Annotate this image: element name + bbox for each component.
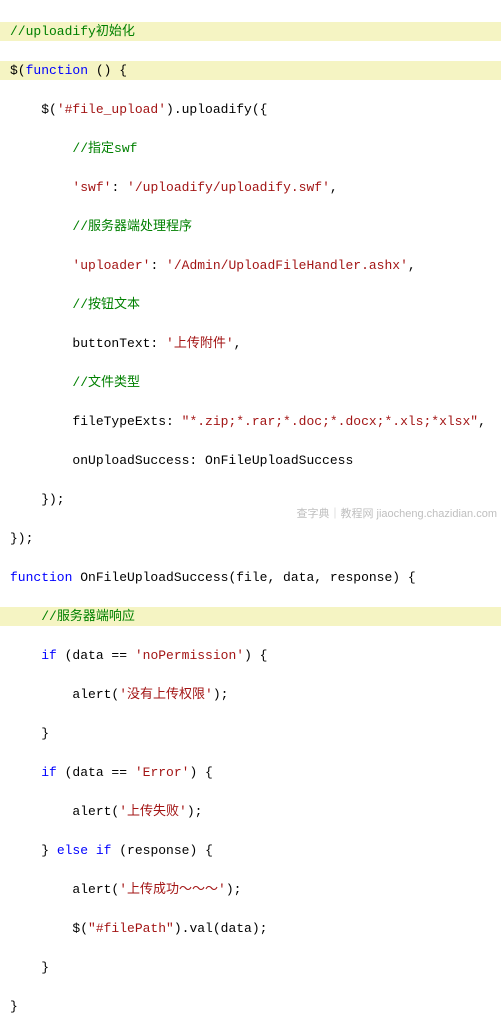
code-line: } bbox=[10, 997, 501, 1017]
code-text: buttonText: bbox=[10, 336, 166, 351]
code-string: 'swf' bbox=[72, 180, 111, 195]
code-string: '#file_upload' bbox=[57, 102, 166, 117]
code-text: () { bbox=[88, 63, 127, 78]
code-text bbox=[10, 375, 72, 390]
code-keyword: else bbox=[57, 843, 88, 858]
code-line: function OnFileUploadSuccess(file, data,… bbox=[10, 568, 501, 588]
code-string: 'noPermission' bbox=[135, 648, 244, 663]
code-line: if (data == 'Error') { bbox=[10, 763, 501, 783]
code-text: ).uploadify({ bbox=[166, 102, 267, 117]
code-string: "#filePath" bbox=[88, 921, 174, 936]
code-keyword: function bbox=[10, 570, 72, 585]
code-line: } bbox=[10, 958, 501, 978]
code-line: } bbox=[10, 724, 501, 744]
code-keyword: function bbox=[26, 63, 88, 78]
code-line: } else if (response) { bbox=[10, 841, 501, 861]
code-comment: //服务器端响应 bbox=[41, 609, 135, 624]
code-text: ); bbox=[187, 804, 203, 819]
code-text bbox=[10, 141, 72, 156]
code-text: , bbox=[330, 180, 338, 195]
code-text bbox=[10, 648, 41, 663]
code-text bbox=[10, 258, 72, 273]
code-string: 'Error' bbox=[135, 765, 190, 780]
code-keyword: if bbox=[96, 843, 112, 858]
code-text bbox=[10, 219, 72, 234]
code-line: if (data == 'noPermission') { bbox=[10, 646, 501, 666]
code-text: $( bbox=[10, 102, 57, 117]
code-text: : bbox=[111, 180, 127, 195]
code-comment: //指定swf bbox=[72, 141, 137, 156]
code-text bbox=[88, 843, 96, 858]
code-line: $("#filePath").val(data); bbox=[10, 919, 501, 939]
code-text: (data == bbox=[57, 765, 135, 780]
code-text: alert( bbox=[10, 687, 119, 702]
code-text: ) { bbox=[189, 765, 212, 780]
code-text: } bbox=[10, 843, 57, 858]
code-line: //按钮文本 bbox=[10, 295, 501, 315]
code-text: (data == bbox=[57, 648, 135, 663]
code-line: fileTypeExts: "*.zip;*.rar;*.doc;*.docx;… bbox=[10, 412, 501, 432]
code-keyword: if bbox=[41, 765, 57, 780]
code-comment: //uploadify初始化 bbox=[10, 24, 135, 39]
code-text: $( bbox=[10, 63, 26, 78]
code-line: $(function () { bbox=[0, 61, 501, 81]
code-line: 'swf': '/uploadify/uploadify.swf', bbox=[10, 178, 501, 198]
code-line: $('#file_upload').uploadify({ bbox=[10, 100, 501, 120]
code-text bbox=[10, 609, 41, 624]
code-text: } bbox=[10, 726, 49, 741]
code-text bbox=[10, 765, 41, 780]
code-text: } bbox=[10, 960, 49, 975]
code-text: $( bbox=[10, 921, 88, 936]
code-line: alert('上传失败'); bbox=[10, 802, 501, 822]
code-text: (response) { bbox=[111, 843, 212, 858]
code-text: }); bbox=[10, 531, 33, 546]
code-text: ); bbox=[226, 882, 242, 897]
code-text: fileTypeExts: bbox=[10, 414, 182, 429]
watermark-text: 查字典｜教程网 jiaocheng.chazidian.com bbox=[296, 506, 497, 523]
code-text: : bbox=[150, 258, 166, 273]
code-text: alert( bbox=[10, 882, 119, 897]
code-line: //uploadify初始化 bbox=[0, 22, 501, 42]
code-string: '/Admin/UploadFileHandler.ashx' bbox=[166, 258, 408, 273]
code-text: OnFileUploadSuccess(file, data, response… bbox=[72, 570, 415, 585]
code-string: '没有上传权限' bbox=[119, 687, 213, 702]
code-line: }); bbox=[10, 529, 501, 549]
code-string: '上传附件' bbox=[166, 336, 234, 351]
code-line: buttonText: '上传附件', bbox=[10, 334, 501, 354]
code-text: ); bbox=[213, 687, 229, 702]
code-text bbox=[10, 180, 72, 195]
code-line: onUploadSuccess: OnFileUploadSuccess bbox=[10, 451, 501, 471]
code-comment: //文件类型 bbox=[72, 375, 140, 390]
code-comment: //服务器端处理程序 bbox=[72, 219, 192, 234]
code-keyword: if bbox=[41, 648, 57, 663]
code-text: , bbox=[234, 336, 242, 351]
code-line: //指定swf bbox=[10, 139, 501, 159]
code-line: //服务器端处理程序 bbox=[10, 217, 501, 237]
code-text: onUploadSuccess: OnFileUploadSuccess bbox=[10, 453, 353, 468]
code-text: , bbox=[478, 414, 486, 429]
code-string: '上传失败' bbox=[119, 804, 187, 819]
code-string: '/uploadify/uploadify.swf' bbox=[127, 180, 330, 195]
code-text: }); bbox=[10, 492, 65, 507]
code-text: ).val(data); bbox=[174, 921, 268, 936]
code-text: } bbox=[10, 999, 18, 1014]
code-string: "*.zip;*.rar;*.doc;*.docx;*.xls;*xlsx" bbox=[182, 414, 478, 429]
code-text: , bbox=[408, 258, 416, 273]
code-line: 'uploader': '/Admin/UploadFileHandler.as… bbox=[10, 256, 501, 276]
code-string: 'uploader' bbox=[72, 258, 150, 273]
code-comment: //按钮文本 bbox=[72, 297, 140, 312]
code-string: '上传成功～～～' bbox=[119, 882, 226, 897]
code-line: //服务器端响应 bbox=[0, 607, 501, 627]
code-line: //文件类型 bbox=[10, 373, 501, 393]
code-text: ) { bbox=[244, 648, 267, 663]
code-line: alert('上传成功～～～'); bbox=[10, 880, 501, 900]
code-text bbox=[10, 297, 72, 312]
code-text: alert( bbox=[10, 804, 119, 819]
code-line: alert('没有上传权限'); bbox=[10, 685, 501, 705]
